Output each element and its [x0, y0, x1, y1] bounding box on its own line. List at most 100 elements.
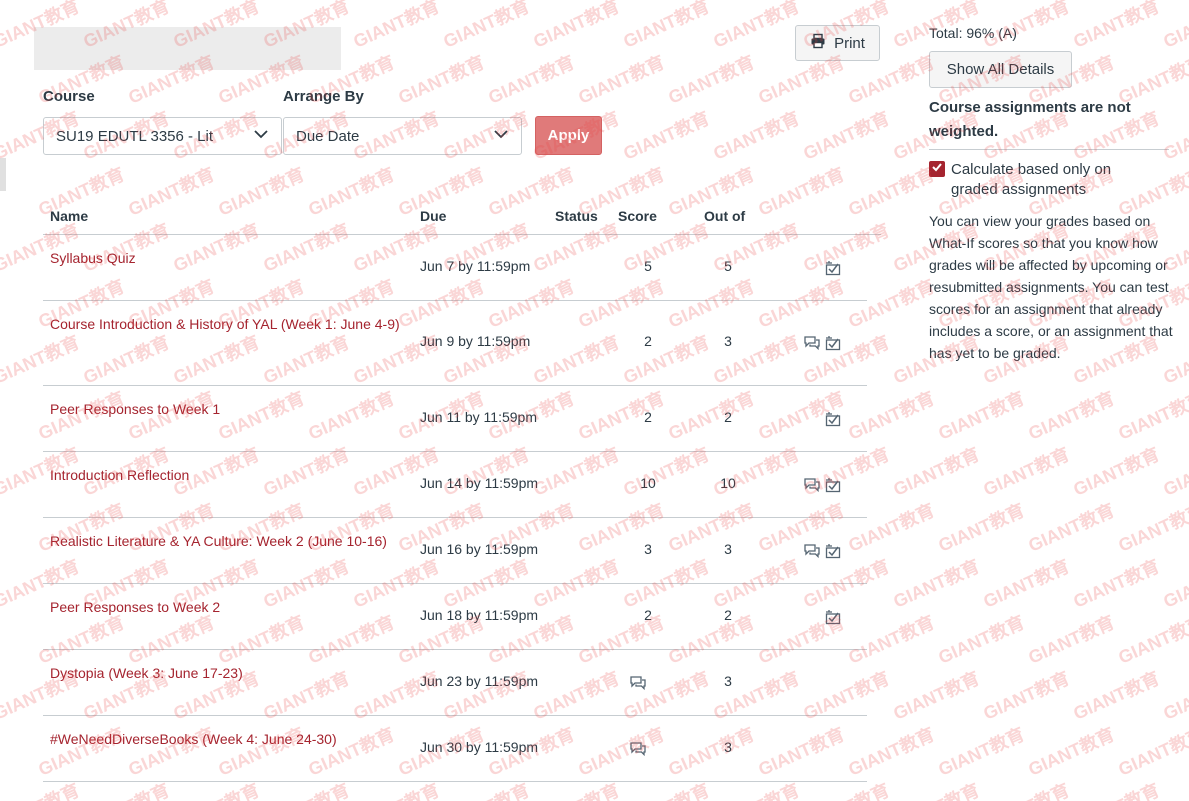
out-of-value: 3: [724, 333, 732, 349]
watermark-text: GIANT教育: [980, 668, 1073, 724]
watermark-text: GIANT教育: [305, 164, 398, 220]
rubric-icon[interactable]: [825, 609, 841, 625]
watermark-text: GIANT教育: [575, 52, 668, 108]
table-row: Course Introduction & History of YAL (We…: [43, 301, 867, 386]
total-grade: Total: 96% (A): [929, 25, 1017, 41]
column-header-out-of[interactable]: Out of: [704, 208, 745, 224]
due-date: Jun 18 by 11:59pm: [420, 607, 539, 623]
out-of-value: 3: [724, 673, 732, 689]
due-date: Jun 30 by 11:59pm: [420, 739, 539, 755]
comment-icon[interactable]: [630, 741, 646, 757]
arrange-by-select[interactable]: Due Date: [283, 117, 522, 155]
watermark-text: GIANT教育: [1115, 388, 1189, 444]
watermark-text: GIANT教育: [1160, 444, 1189, 500]
column-header-name[interactable]: Name: [50, 208, 88, 224]
watermark-text: GIANT教育: [935, 612, 1028, 668]
table-row: #WeNeedDiverseBooks (Week 4: June 24-30)…: [43, 716, 867, 782]
watermark-text: GIANT教育: [1160, 668, 1189, 724]
comment-icon[interactable]: [804, 477, 820, 493]
out-of-value: 2: [724, 409, 732, 425]
assignment-link[interactable]: Course Introduction & History of YAL (We…: [50, 315, 405, 334]
show-all-details-button[interactable]: Show All Details: [929, 51, 1072, 88]
sidebar-divider: [929, 149, 1169, 150]
course-label: Course: [43, 88, 95, 105]
assignment-link[interactable]: Peer Responses to Week 2: [50, 598, 405, 617]
comment-icon[interactable]: [630, 675, 646, 691]
rubric-icon[interactable]: [825, 543, 841, 559]
watermark-text: GIANT教育: [845, 164, 938, 220]
watermark-text: GIANT教育: [1070, 668, 1163, 724]
score-value[interactable]: 2: [633, 607, 663, 623]
apply-button[interactable]: Apply: [535, 116, 602, 155]
table-row: Peer Responses to Week 1 Jun 11 by 11:59p…: [43, 386, 867, 452]
table-row: Dystopia (Week 3: June 17-23) Jun 23 by 1…: [43, 650, 867, 716]
column-header-score[interactable]: Score: [618, 208, 657, 224]
watermark-text: GIANT教育: [440, 0, 533, 52]
score-value[interactable]: 5: [633, 258, 663, 274]
assignment-link[interactable]: Dystopia (Week 3: June 17-23): [50, 664, 405, 683]
graded-only-label[interactable]: Calculate based only on graded assignmen…: [951, 160, 1161, 200]
watermark-text: GIANT教育: [935, 500, 1028, 556]
assignment-link[interactable]: Syllabus Quiz: [50, 249, 405, 268]
watermark-text: GIANT教育: [1160, 108, 1189, 164]
out-of-value: 3: [724, 541, 732, 557]
print-label: Print: [834, 34, 865, 52]
watermark-text: GIANT教育: [755, 164, 848, 220]
watermark-text: GIANT教育: [350, 0, 443, 52]
assignment-link[interactable]: Introduction Reflection: [50, 466, 405, 485]
due-date: Jun 11 by 11:59pm: [420, 409, 538, 425]
watermark-text: GIANT教育: [530, 0, 623, 52]
assignment-link[interactable]: #WeNeedDiverseBooks (Week 4: June 24-30): [50, 730, 405, 749]
print-button[interactable]: Print: [795, 25, 880, 61]
watermark-text: GIANT教育: [485, 52, 578, 108]
sidebar-edge: [0, 158, 6, 191]
watermark-text: GIANT教育: [395, 52, 488, 108]
assignment-link[interactable]: Realistic Literature & YA Culture: Week …: [50, 532, 405, 551]
comment-icon[interactable]: [804, 543, 820, 559]
graded-only-checkbox[interactable]: [929, 161, 945, 177]
table-row: Realistic Literature & YA Culture: Week …: [43, 518, 867, 584]
watermark-text: GIANT教育: [1159, 776, 1189, 801]
chevron-down-icon: [493, 126, 509, 146]
course-select-value: SU19 EDUTL 3356 - Lit: [56, 127, 214, 145]
column-header-due[interactable]: Due: [420, 208, 446, 224]
watermark-text: GIANT教育: [710, 0, 803, 52]
grades-page: Print Course Arrange By SU19 EDUTL 3356 …: [0, 0, 1189, 801]
watermark-text: GIANT教育: [980, 556, 1073, 612]
arrange-by-label: Arrange By: [283, 88, 364, 105]
watermark-text: GIANT教育: [620, 0, 713, 52]
watermark-text: GIANT教育: [1070, 0, 1163, 52]
column-header-status[interactable]: Status: [555, 208, 598, 224]
arrange-by-value: Due Date: [296, 127, 360, 145]
course-title-placeholder: [34, 27, 341, 70]
watermark-text: GIANT教育: [1025, 612, 1118, 668]
printer-icon: [810, 33, 826, 53]
weight-note: Course assignments are not weighted.: [929, 99, 1131, 140]
rubric-icon[interactable]: [825, 335, 841, 351]
watermark-text: GIANT教育: [890, 556, 983, 612]
rubric-icon[interactable]: [825, 477, 841, 493]
out-of-value: 10: [720, 475, 736, 491]
due-date: Jun 9 by 11:59pm: [420, 333, 531, 349]
assignment-link[interactable]: Peer Responses to Week 1: [50, 400, 405, 419]
chevron-down-icon: [253, 126, 269, 146]
score-value[interactable]: 2: [633, 333, 663, 349]
score-value[interactable]: 3: [633, 541, 663, 557]
score-value[interactable]: 10: [633, 475, 663, 491]
course-select[interactable]: SU19 EDUTL 3356 - Lit: [43, 117, 282, 155]
watermark-text: GIANT教育: [800, 108, 893, 164]
watermark-text: GIANT教育: [1160, 556, 1189, 612]
table-row: Introduction Reflection Jun 14 by 11:59pm…: [43, 452, 867, 518]
watermark-text: GIANT教育: [890, 668, 983, 724]
watermark-text: GIANT教育: [1069, 776, 1164, 801]
watermark-text: GIANT教育: [1160, 0, 1189, 52]
watermark-text: GIANT教育: [1115, 724, 1189, 780]
checkmark-icon: [931, 160, 943, 178]
watermark-text: GIANT教育: [935, 724, 1028, 780]
comment-icon[interactable]: [804, 335, 820, 351]
score-value[interactable]: 2: [633, 409, 663, 425]
what-if-description: You can view your grades based on What-I…: [929, 213, 1173, 361]
rubric-icon[interactable]: [825, 260, 841, 276]
rubric-icon[interactable]: [825, 411, 841, 427]
watermark-text: GIANT教育: [1025, 388, 1118, 444]
